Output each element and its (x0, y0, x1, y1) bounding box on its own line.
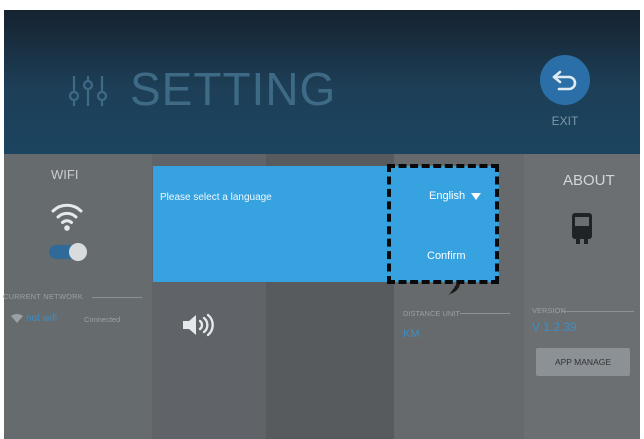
exit-button[interactable] (540, 55, 590, 105)
page-title: SETTING (130, 63, 337, 115)
distance-unit-label: DISTANCE UNIT (403, 309, 460, 318)
wifi-title: WIFI (51, 167, 79, 182)
sliders-icon (68, 76, 108, 106)
exit-label: EXIT (551, 114, 579, 128)
version-label: VERSION (532, 306, 566, 315)
wifi-toggle-knob[interactable] (69, 243, 87, 261)
divider (460, 313, 510, 314)
wifi-small-icon (11, 314, 23, 323)
about-title: ABOUT (563, 172, 615, 189)
highlight-box (387, 164, 499, 284)
divider (562, 311, 634, 312)
current-network-label: CURRENT NETWORK (3, 292, 83, 301)
back-arrow-icon (552, 70, 577, 91)
speaker-icon (183, 313, 214, 337)
wifi-icon (51, 203, 83, 231)
app-manage-button[interactable]: APP MANAGE (536, 348, 630, 376)
dialog-prompt: Please select a language (160, 192, 272, 203)
network-status: Connected (84, 315, 121, 324)
about-panel (524, 154, 640, 439)
network-name: not wifi (26, 313, 58, 324)
version-value: V 1.2.39 (532, 320, 577, 334)
divider (92, 297, 142, 298)
device-icon (572, 213, 592, 244)
header-bar: SETTING EXIT (4, 10, 640, 154)
distance-unit-value[interactable]: KM (403, 328, 420, 340)
